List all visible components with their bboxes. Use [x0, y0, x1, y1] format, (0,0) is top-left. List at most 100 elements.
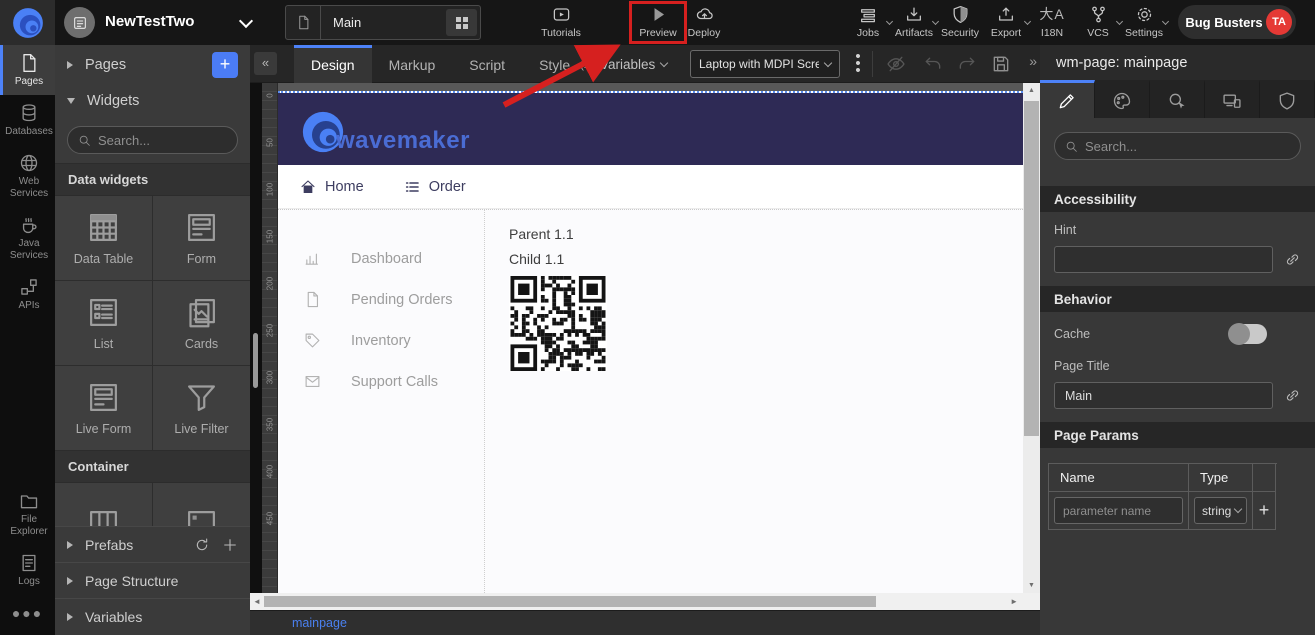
team-button[interactable]: Bug Busters TA [1178, 5, 1296, 39]
widget-search-input[interactable] [98, 133, 227, 148]
deploy-button[interactable]: Deploy [678, 5, 730, 39]
widget-tile-live-form[interactable]: Live Form [55, 366, 152, 450]
widget-search[interactable] [67, 126, 238, 154]
widgets-section-row[interactable]: Widgets [55, 85, 250, 117]
jobs-queue-icon [858, 5, 878, 24]
left-panel-scrollbar[interactable] [253, 333, 258, 388]
add-prefab-icon[interactable] [222, 537, 238, 553]
collapsed-caret-icon [67, 613, 73, 621]
add-param-button[interactable]: + [1253, 492, 1276, 530]
sidebar-item-java-services[interactable]: Java Services [0, 207, 55, 269]
horizontal-scroll-thumb[interactable] [264, 596, 876, 607]
parent-label[interactable]: Parent 1.1 [509, 226, 607, 242]
security-button[interactable]: Security [934, 5, 986, 39]
sidebar-item-web-services[interactable]: Web Services [0, 145, 55, 207]
tab-devices[interactable] [1205, 80, 1260, 118]
scroll-down-icon[interactable]: ▼ [1023, 582, 1040, 589]
widget-tile-live-filter[interactable]: Live Filter [153, 366, 250, 450]
tab-security[interactable] [1260, 80, 1315, 118]
refresh-icon[interactable] [194, 537, 210, 553]
collapse-right-panel-button[interactable]: » [1029, 53, 1037, 69]
sidebar-item-apis[interactable]: APIs [0, 269, 55, 319]
hint-input[interactable] [1054, 246, 1273, 273]
widget-tile-data-table[interactable]: Data Table [55, 196, 152, 280]
inspect-cursor-icon [1167, 91, 1187, 111]
sidebar-item-file-explorer[interactable]: File Explorer [0, 483, 55, 545]
widget-tile-list[interactable]: List [55, 281, 152, 365]
page-tab-mainpage[interactable]: mainpage [292, 616, 347, 630]
tab-styles[interactable] [1095, 80, 1150, 118]
project-icon[interactable] [64, 7, 95, 38]
page-structure-section-row[interactable]: Page Structure [55, 562, 250, 598]
save-icon[interactable] [991, 54, 1011, 74]
tab-markup[interactable]: Markup [372, 45, 453, 83]
widget-tile-cards[interactable]: Cards [153, 281, 250, 365]
menu-item-pending-orders[interactable]: Pending Orders [278, 279, 484, 320]
page-selector[interactable]: Main [285, 5, 481, 40]
i18n-button[interactable]: 大A I18N [1026, 5, 1078, 39]
menu-item-support-calls[interactable]: Support Calls [278, 361, 484, 402]
child-label[interactable]: Child 1.1 [509, 251, 607, 267]
undo-icon[interactable] [923, 54, 943, 74]
prefabs-section-row[interactable]: Prefabs [55, 526, 250, 562]
bind-link-icon[interactable] [1284, 251, 1301, 268]
wavemaker-logo[interactable] [0, 0, 55, 45]
export-button[interactable]: Export [980, 5, 1032, 39]
nav-item-home[interactable]: Home [300, 179, 364, 195]
bind-link-icon[interactable] [1284, 387, 1301, 404]
page-title-input[interactable] [1054, 382, 1273, 409]
scroll-up-icon[interactable]: ▲ [1023, 87, 1040, 94]
sidebar-item-pages[interactable]: Pages [0, 45, 55, 95]
preview-button[interactable]: Preview [632, 5, 684, 39]
add-page-button[interactable]: + [212, 52, 238, 78]
redo-icon[interactable] [957, 54, 977, 74]
scroll-left-icon[interactable]: ◄ [253, 597, 261, 606]
collapse-left-panel-button[interactable]: « [254, 52, 277, 75]
designed-page[interactable]: wavemaker Home Order [278, 91, 1023, 593]
tab-style[interactable]: Style [522, 45, 587, 83]
project-chevron-down-icon[interactable] [239, 14, 253, 28]
variables-section-row[interactable]: Variables [55, 598, 250, 634]
project-name: NewTestTwo [105, 13, 194, 30]
param-name-input[interactable] [1054, 497, 1183, 524]
panel-gap [250, 83, 262, 593]
more-menu-icon[interactable]: ••• [851, 53, 865, 74]
jobs-button[interactable]: Jobs [842, 5, 894, 39]
avatar[interactable]: TA [1266, 9, 1292, 35]
vertical-scroll-thumb[interactable] [1024, 101, 1039, 436]
scroll-right-icon[interactable]: ► [1010, 597, 1018, 606]
pages-section-row[interactable]: Pages + [55, 45, 250, 85]
vcs-button[interactable]: VCS [1072, 5, 1124, 39]
nav-item-order[interactable]: Order [404, 179, 466, 195]
left-activity-bar: Pages Databases Web Services Java Servic… [0, 45, 55, 635]
widget-tile-panel[interactable] [153, 483, 250, 526]
cache-toggle[interactable] [1229, 324, 1267, 344]
settings-button[interactable]: Settings [1118, 5, 1170, 39]
param-type-select[interactable]: string [1194, 497, 1247, 524]
vertical-scrollbar[interactable]: ▲ ▼ [1023, 83, 1040, 593]
tab-properties[interactable] [1040, 80, 1095, 118]
tab-script[interactable]: Script [452, 45, 522, 83]
accessibility-section-header: Accessibility [1040, 186, 1315, 212]
hide-outlines-icon[interactable] [886, 54, 906, 74]
sidebar-item-databases[interactable]: Databases [0, 95, 55, 145]
design-surface: 0 50 100 150 200 250 300 350 400 450 [250, 83, 1040, 593]
menu-item-dashboard[interactable]: Dashboard [278, 238, 484, 279]
page-grid-icon[interactable] [446, 9, 477, 36]
tab-events[interactable] [1150, 80, 1205, 118]
widget-tile-layout[interactable] [55, 483, 152, 526]
widget-tile-form[interactable]: Form [153, 196, 250, 280]
variables-dropdown[interactable]: (x) Variables [580, 45, 667, 83]
sidebar-item-logs[interactable]: Logs [0, 545, 55, 595]
properties-search[interactable] [1054, 132, 1301, 160]
tutorials-button[interactable]: Tutorials [535, 5, 587, 39]
page-header[interactable]: wavemaker [278, 93, 1023, 165]
document-icon [304, 291, 321, 308]
artifacts-button[interactable]: Artifacts [888, 5, 940, 39]
menu-item-inventory[interactable]: Inventory [278, 320, 484, 361]
properties-search-input[interactable] [1085, 139, 1290, 154]
more-options-icon[interactable]: ●●● [0, 595, 55, 635]
horizontal-scrollbar[interactable]: ◄ ► [250, 593, 1040, 610]
tab-design[interactable]: Design [294, 45, 372, 83]
device-selector[interactable]: Laptop with MDPI Screen [690, 50, 840, 78]
